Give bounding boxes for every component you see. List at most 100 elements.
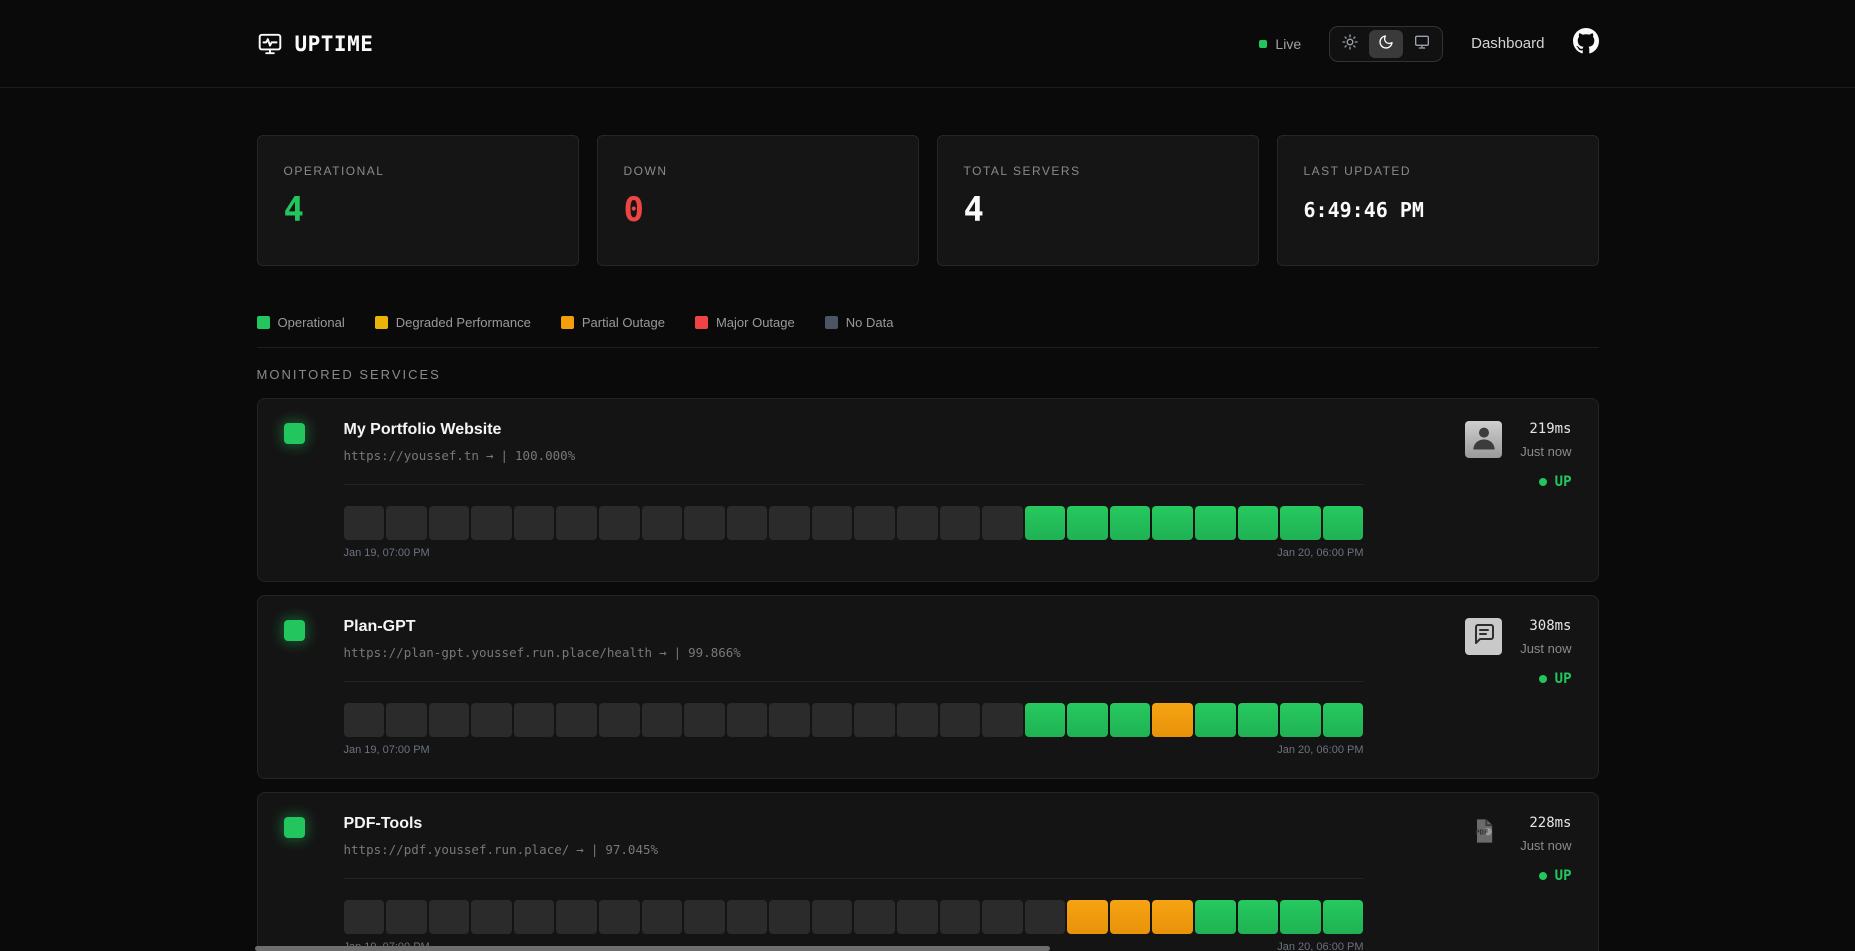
uptime-bar-segment-up: [1323, 900, 1364, 934]
uptime-bar-segment-none: [556, 703, 597, 737]
uptime-bar-segment-up: [1110, 506, 1151, 540]
uptime-bar-segment-none: [684, 900, 725, 934]
service-favicon: PDF: [1465, 421, 1502, 458]
monitor-pulse-icon: [257, 31, 283, 57]
up-status-dot: [1539, 478, 1547, 486]
service-last-check: Just now: [1520, 641, 1571, 656]
service-last-check: Just now: [1520, 838, 1571, 853]
uptime-bar-segment-partial: [1152, 703, 1193, 737]
service-favicon: PDF: [1465, 618, 1502, 655]
uptime-bar-segment-none: [684, 703, 725, 737]
service-uptime-percentage: 100.000%: [515, 448, 575, 463]
service-uptime-percentage: 97.045%: [605, 842, 658, 857]
stat-value-last-updated: 6:49:46 PM: [1304, 200, 1572, 220]
uptime-bar-segment-none: [344, 506, 385, 540]
stats-grid: OPERATIONAL 4 DOWN 0 TOTAL SERVERS 4 LAS…: [257, 135, 1599, 266]
legend-label: Degraded Performance: [396, 315, 531, 330]
url-separator: |: [501, 448, 509, 463]
service-response-time: 228ms: [1520, 815, 1571, 831]
stat-value-operational: 4: [284, 193, 552, 227]
uptime-bar-segment-up: [1195, 900, 1236, 934]
uptime-bar-segment-none: [471, 900, 512, 934]
uptime-bar-segment-none: [940, 703, 981, 737]
uptime-bar-segment-none: [514, 506, 555, 540]
uptime-bar-segment-up: [1238, 506, 1279, 540]
stat-label: OPERATIONAL: [284, 164, 552, 178]
legend-item: Major Outage: [695, 315, 795, 330]
service-name: PDF-Tools: [344, 815, 1364, 833]
app-logo[interactable]: UPTIME: [257, 31, 374, 57]
service-response-time: 219ms: [1520, 421, 1571, 437]
uptime-bar-segment-up: [1195, 506, 1236, 540]
uptime-bar-segment-up: [1152, 506, 1193, 540]
uptime-bar-segment-none: [812, 506, 853, 540]
service-name: Plan-GPT: [344, 618, 1364, 636]
dashboard-link[interactable]: Dashboard: [1471, 35, 1544, 52]
legend-item: Partial Outage: [561, 315, 665, 330]
header: UPTIME Live: [0, 0, 1855, 88]
stat-value-down: 0: [624, 193, 892, 227]
uptime-bar-segment-none: [344, 703, 385, 737]
service-favicon: PDF: [1465, 815, 1502, 852]
uptime-bar-segment-none: [471, 506, 512, 540]
legend-item: No Data: [825, 315, 894, 330]
theme-dark-button[interactable]: [1369, 30, 1403, 58]
uptime-bar-segment-partial: [1152, 900, 1193, 934]
section-title: MONITORED SERVICES: [257, 367, 1599, 382]
uptime-bar-segment-up: [1280, 703, 1321, 737]
stat-card-total-servers: TOTAL SERVERS 4: [937, 135, 1259, 266]
bar-range-start: Jan 19, 07:00 PM: [344, 547, 430, 559]
uptime-bar-segment-none: [599, 506, 640, 540]
github-icon: [1573, 28, 1599, 59]
uptime-bar-segment-none: [727, 703, 768, 737]
uptime-bar-segment-none: [940, 900, 981, 934]
service-name: My Portfolio Website: [344, 421, 1364, 439]
stat-value-total-servers: 4: [964, 193, 1232, 227]
service-url: https://plan-gpt.youssef.run.place/healt…: [344, 645, 653, 660]
theme-light-button[interactable]: [1333, 30, 1367, 58]
legend-item: Operational: [257, 315, 345, 330]
service-url: https://youssef.tn: [344, 448, 479, 463]
up-status-label: UP: [1555, 671, 1572, 687]
uptime-bar-segment-none: [599, 703, 640, 737]
uptime-bar-segment-none: [769, 506, 810, 540]
uptime-bar-segment-none: [386, 506, 427, 540]
stat-label: LAST UPDATED: [1304, 164, 1572, 178]
uptime-bar-segment-none: [386, 900, 427, 934]
uptime-bar-segment-up: [1067, 506, 1108, 540]
uptime-bar-segment-up: [1025, 703, 1066, 737]
horizontal-scrollbar-thumb[interactable]: [255, 946, 1050, 951]
portrait-favicon-icon: [1469, 422, 1499, 457]
legend-swatch: [825, 316, 838, 329]
service-status-icon: [284, 618, 344, 641]
uptime-bar-segment-up: [1280, 900, 1321, 934]
github-link[interactable]: [1573, 28, 1599, 59]
uptime-bar-segment-none: [471, 703, 512, 737]
uptime-bar-segment-none: [812, 703, 853, 737]
live-indicator: Live: [1259, 36, 1301, 52]
stat-card-operational: OPERATIONAL 4: [257, 135, 579, 266]
uptime-bar-segment-none: [982, 506, 1023, 540]
uptime-bar-segment-up: [1195, 703, 1236, 737]
status-legend: Operational Degraded Performance Partial…: [257, 315, 1599, 330]
service-card: My Portfolio Website https://youssef.tn …: [257, 398, 1599, 582]
service-response-time: 308ms: [1520, 618, 1571, 634]
stat-card-down: DOWN 0: [597, 135, 919, 266]
uptime-bar-segment-none: [429, 703, 470, 737]
uptime-bar-segment-up: [1323, 506, 1364, 540]
uptime-bar-segment-partial: [1110, 900, 1151, 934]
uptime-bar-segment-none: [642, 506, 683, 540]
theme-system-button[interactable]: [1405, 30, 1439, 58]
bar-range-start: Jan 19, 07:00 PM: [344, 744, 430, 756]
uptime-history-bar: [344, 506, 1364, 540]
service-status-badge: UP: [1520, 868, 1571, 884]
service-url-link[interactable]: https://plan-gpt.youssef.run.place/healt…: [344, 645, 1364, 660]
main-content: OPERATIONAL 4 DOWN 0 TOTAL SERVERS 4 LAS…: [257, 88, 1599, 951]
service-url-link[interactable]: https://youssef.tn → | 100.000%: [344, 448, 1364, 463]
stat-label: TOTAL SERVERS: [964, 164, 1232, 178]
uptime-bar-segment-none: [514, 703, 555, 737]
service-status-badge: UP: [1520, 671, 1571, 687]
operational-square-icon: [284, 817, 305, 838]
stat-label: DOWN: [624, 164, 892, 178]
service-url-link[interactable]: https://pdf.youssef.run.place/ → | 97.04…: [344, 842, 1364, 857]
